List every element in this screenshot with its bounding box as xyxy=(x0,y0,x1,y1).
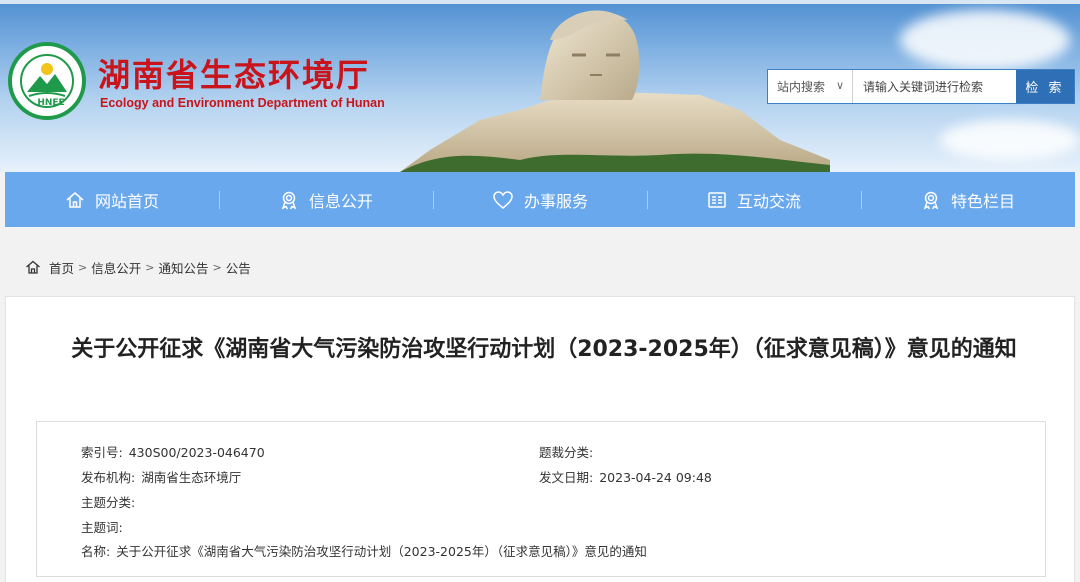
nav-label: 办事服务 xyxy=(523,191,588,211)
home-icon xyxy=(65,190,85,210)
search-scope-select[interactable]: 站内搜索 ∨ xyxy=(768,70,853,103)
meta-date-key: 发文日期: xyxy=(539,470,594,485)
meta-name-value: 关于公开征求《湖南省大气污染防治攻坚行动计划（2023-2025年）（征求意见稿… xyxy=(116,544,647,559)
meta-date-value: 2023-04-24 09:48 xyxy=(599,470,712,485)
site-title[interactable]: 湖南省生态环境厅 xyxy=(98,50,370,96)
meta-date: 发文日期: 2023-04-24 09:48 xyxy=(539,467,712,486)
nav-label: 信息公开 xyxy=(308,191,373,211)
search-button[interactable]: 检 索 xyxy=(1016,70,1074,103)
site-subtitle: Ecology and Environment Department of Hu… xyxy=(100,96,385,110)
award-icon xyxy=(921,190,941,210)
meta-category-key: 题裁分类: xyxy=(539,445,594,460)
logo-text: HNEE xyxy=(37,98,65,108)
search-bar: 站内搜索 ∨ 检 索 xyxy=(767,69,1075,104)
meta-topic: 主题分类: xyxy=(81,492,141,511)
breadcrumb-notices[interactable]: 通知公告 xyxy=(158,258,208,277)
home-icon[interactable] xyxy=(25,259,41,275)
nav-item-info-disclosure[interactable]: 信息公开 xyxy=(219,172,433,227)
meta-publisher-key: 发布机构: xyxy=(81,470,136,485)
cloud-decoration xyxy=(940,120,1080,160)
breadcrumb-announcement[interactable]: 公告 xyxy=(226,258,251,277)
main-nav: 网站首页 信息公开 办事服务 互动交流 特色栏目 xyxy=(5,172,1075,227)
nav-label: 特色栏目 xyxy=(950,191,1015,211)
site-header: HNEE 湖南省生态环境厅 Ecology and Environment De… xyxy=(0,0,1080,172)
meta-index-value: 430S00/2023-046470 xyxy=(128,445,265,460)
statue-banner-image xyxy=(400,10,830,172)
heart-icon xyxy=(492,190,514,210)
department-logo[interactable]: HNEE xyxy=(8,42,86,120)
article-meta-box: 索引号: 430S00/2023-046470 题裁分类: 发布机构: 湖南省生态环… xyxy=(36,421,1046,577)
meta-keywords: 主题词: xyxy=(81,517,129,536)
award-icon xyxy=(279,190,299,210)
breadcrumb-separator: > xyxy=(78,260,88,274)
nav-item-featured[interactable]: 特色栏目 xyxy=(861,172,1075,227)
breadcrumb-separator: > xyxy=(212,260,222,274)
document-icon xyxy=(707,190,727,210)
breadcrumb: 首页 > 信息公开 > 通知公告 > 公告 xyxy=(5,247,1075,287)
nav-label: 互动交流 xyxy=(736,191,801,211)
search-scope-label: 站内搜索 xyxy=(777,80,826,94)
cloud-decoration xyxy=(900,10,1070,70)
meta-index-key: 索引号: xyxy=(81,445,123,460)
chevron-down-icon: ∨ xyxy=(835,79,844,92)
meta-publisher: 发布机构: 湖南省生态环境厅 xyxy=(81,467,241,486)
breadcrumb-separator: > xyxy=(145,260,155,274)
search-input[interactable] xyxy=(853,70,1016,103)
meta-topic-key: 主题分类: xyxy=(81,495,136,510)
breadcrumb-home[interactable]: 首页 xyxy=(49,258,74,277)
meta-name-key: 名称: xyxy=(81,544,111,559)
nav-item-interaction[interactable]: 互动交流 xyxy=(647,172,861,227)
meta-keywords-key: 主题词: xyxy=(81,520,123,535)
article-container: 关于公开征求《湖南省大气污染防治攻坚行动计划（2023-2025年）（征求意见稿… xyxy=(5,296,1075,582)
nav-item-home[interactable]: 网站首页 xyxy=(5,172,219,227)
meta-name: 名称: 关于公开征求《湖南省大气污染防治攻坚行动计划（2023-2025年）（征求… xyxy=(81,541,647,560)
breadcrumb-info-disclosure[interactable]: 信息公开 xyxy=(91,258,141,277)
nav-item-services[interactable]: 办事服务 xyxy=(433,172,647,227)
article-title: 关于公开征求《湖南省大气污染防治攻坚行动计划（2023-2025年）（征求意见稿… xyxy=(71,337,1017,362)
meta-index: 索引号: 430S00/2023-046470 xyxy=(81,442,265,461)
meta-publisher-value: 湖南省生态环境厅 xyxy=(141,470,242,485)
nav-label: 网站首页 xyxy=(94,191,159,211)
meta-category: 题裁分类: xyxy=(539,442,599,461)
